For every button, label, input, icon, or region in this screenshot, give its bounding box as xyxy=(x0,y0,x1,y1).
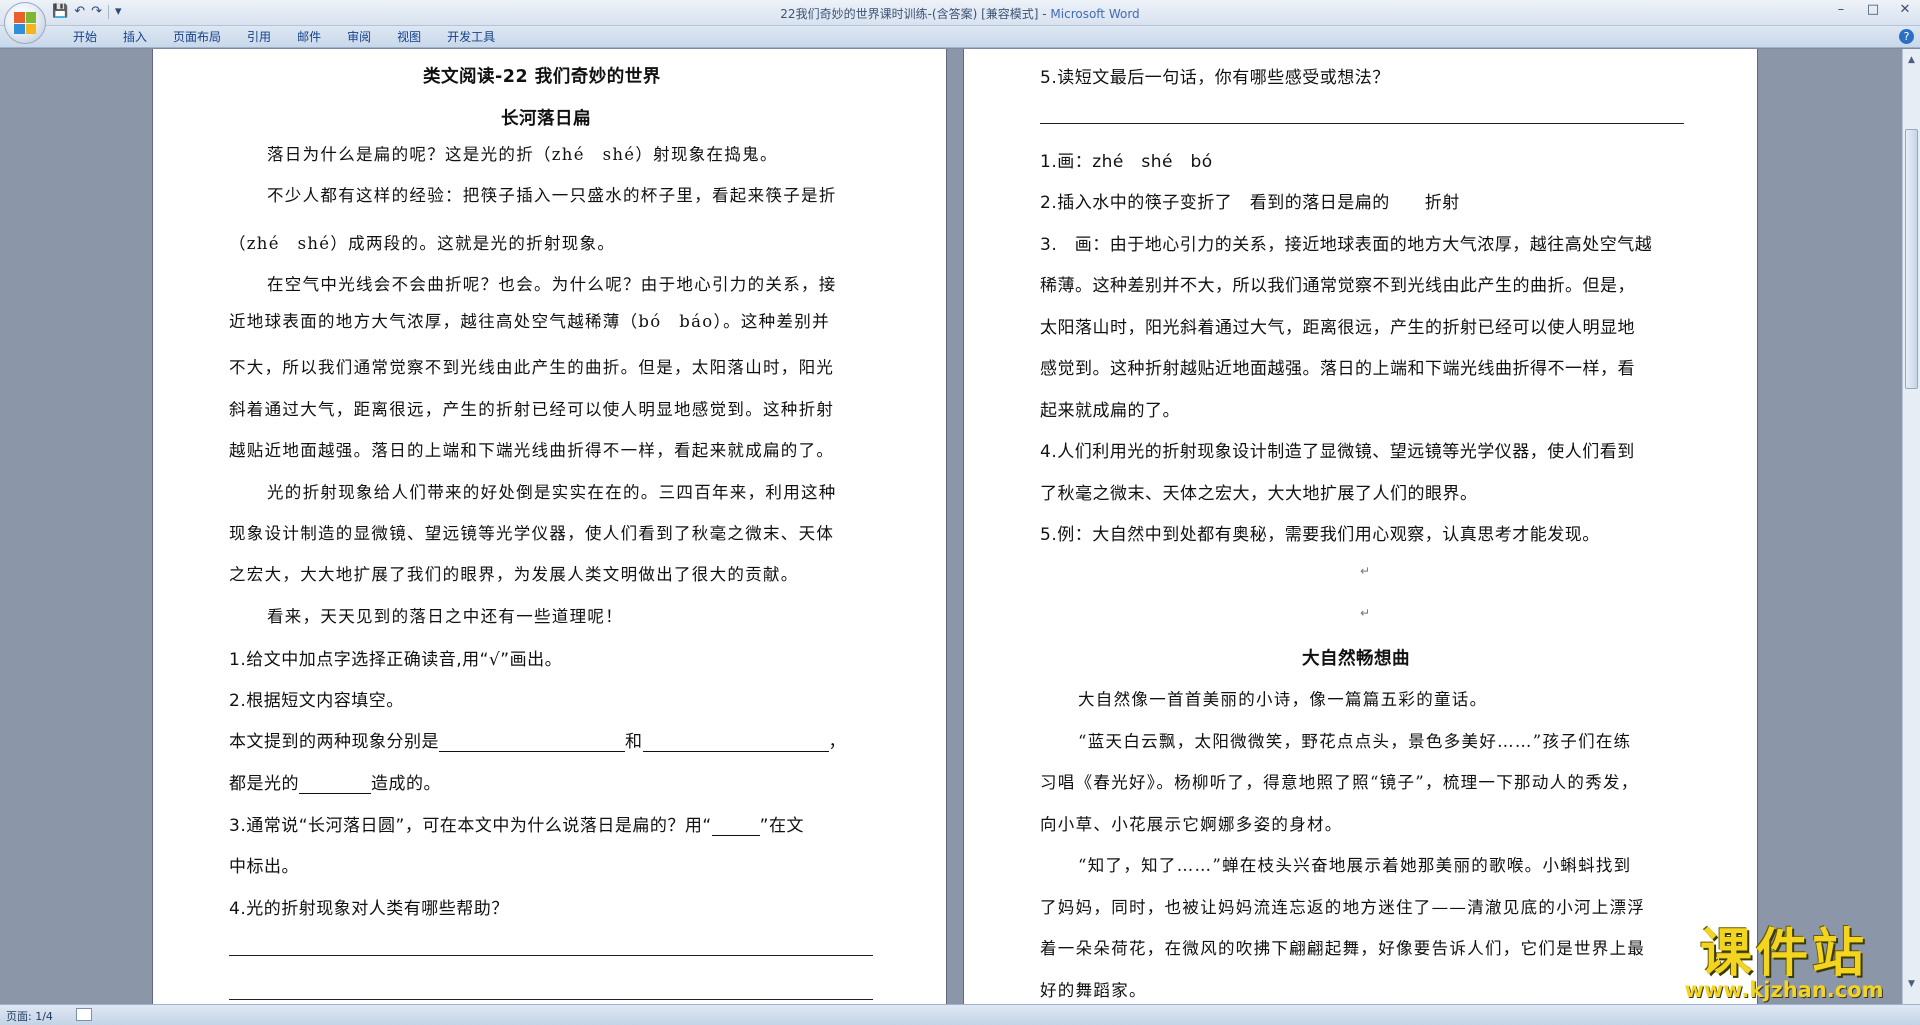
maximize-button[interactable]: □ xyxy=(1864,2,1882,17)
question-1: 1.给文中加点字选择正确读音,用“√”画出。 xyxy=(229,650,563,670)
paragraph-line: 大自然像一首首美丽的小诗，像一篇篇五彩的童话。 xyxy=(1078,690,1488,709)
ribbon: 开始 插入 页面布局 引用 邮件 审阅 视图 开发工具 ? xyxy=(0,26,1920,48)
question-2-fill-2: 都是光的 造成的。 xyxy=(229,769,441,794)
paragraph-mark: ↵ xyxy=(1360,564,1371,578)
answer-line xyxy=(229,999,873,1000)
answer-line-4b: 了秋毫之微末、天体之宏大，大大地扩展了人们的眼界。 xyxy=(1040,484,1478,504)
paragraph-line: “蓝天白云飘，太阳微微笑，野花点点头，景色多美好……”孩子们在练 xyxy=(1078,732,1632,751)
answer-line xyxy=(1040,123,1684,124)
answer-line-3c: 太阳落山时，阳光斜着通过大气，距离很远，产生的折射已经可以使人明显地 xyxy=(1040,318,1635,338)
watermark-url: www.kjzhan.com xyxy=(1684,978,1884,1002)
tab-home[interactable]: 开始 xyxy=(60,29,110,45)
window-controls: – □ ✕ xyxy=(1832,2,1914,17)
question-2: 2.根据短文内容填空。 xyxy=(229,691,404,711)
tab-insert[interactable]: 插入 xyxy=(110,29,160,45)
tab-references[interactable]: 引用 xyxy=(234,29,284,45)
fill-text: 都是光的 xyxy=(229,774,299,794)
paragraph-line: （zhé shé）成两段的。这就是光的折射现象。 xyxy=(229,234,616,253)
document-title: 22我们奇妙的世界课时训练-(含答案) [兼容模式] - xyxy=(780,7,1051,21)
paragraph-line: 着一朵朵荷花，在微风的吹拂下翩翩起舞，好像要告诉人们，它们是世界上最 xyxy=(1040,939,1646,958)
paragraph-line: 在空气中光线会不会曲折呢？也会。为什么呢？由于地心引力的关系，接 xyxy=(267,275,837,294)
paragraph-line: 看来，天天见到的落日之中还有一些道理呢！ xyxy=(267,607,623,626)
tab-page-layout[interactable]: 页面布局 xyxy=(160,29,234,45)
title-bar: 💾 ↶ ↷ ▾ 22我们奇妙的世界课时训练-(含答案) [兼容模式] - Mic… xyxy=(0,0,1920,44)
answer-blank[interactable] xyxy=(299,777,371,794)
office-button[interactable] xyxy=(4,2,46,44)
app-name: Microsoft Word xyxy=(1050,7,1140,21)
fill-text: ”在文 xyxy=(759,816,804,836)
fill-text: 和 xyxy=(625,732,643,752)
question-3: 3.通常说“长河落日圆”，可在本文中为什么说落日是扁的？用“ ”在文 xyxy=(229,811,804,836)
answer-line-1: 1.画：zhé shé bó xyxy=(1040,152,1213,172)
document-page-right[interactable]: 5.读短文最后一句话，你有哪些感受或想法？ 1.画：zhé shé bó 2.插… xyxy=(963,49,1758,1004)
page-title: 类文阅读-22 我们奇妙的世界 xyxy=(423,67,661,87)
paragraph-line: 之宏大，大大地扩展了我们的眼界，为发展人类文明做出了很大的贡献。 xyxy=(229,565,799,584)
paragraph-line: 不少人都有这样的经验：把筷子插入一只盛水的杯子里，看起来筷子是折 xyxy=(267,186,837,205)
paragraph-line: 斜着通过大气，距离很远，产生的折射已经可以使人明显地感觉到。这种折射 xyxy=(229,400,835,419)
tab-view[interactable]: 视图 xyxy=(384,29,434,45)
minimize-button[interactable]: – xyxy=(1832,2,1850,17)
fill-text: 造成的。 xyxy=(371,774,441,794)
question-3-cont: 中标出。 xyxy=(229,857,299,877)
paragraph-line: 向小草、小花展示它婀娜多姿的身材。 xyxy=(1040,815,1343,834)
paragraph-mark: ↵ xyxy=(1360,606,1371,620)
ribbon-tabs: 开始 插入 页面布局 引用 邮件 审阅 视图 开发工具 xyxy=(60,29,508,45)
tab-review[interactable]: 审阅 xyxy=(334,29,384,45)
question-4: 4.光的折射现象对人类有哪些帮助？ xyxy=(229,899,509,919)
tab-mailings[interactable]: 邮件 xyxy=(284,29,334,45)
page-count[interactable]: 页面: 1/4 xyxy=(6,1008,53,1024)
paragraph-line: 现象设计制造的显微镜、望远镜等光学仪器，使人们看到了秋毫之微末、天体 xyxy=(229,524,835,543)
fill-text: ， xyxy=(828,732,846,752)
document-area: 类文阅读-22 我们奇妙的世界 长河落日扁 落日为什么是扁的呢？这是光的折（zh… xyxy=(0,49,1902,1004)
help-icon[interactable]: ? xyxy=(1899,29,1914,44)
paragraph-line: 落日为什么是扁的呢？这是光的折（zhé shé）射现象在捣鬼。 xyxy=(267,145,778,164)
answer-blank[interactable] xyxy=(439,735,625,752)
fill-text: 本文提到的两种现象分别是 xyxy=(229,732,439,752)
close-button[interactable]: ✕ xyxy=(1896,2,1914,17)
tab-developer[interactable]: 开发工具 xyxy=(434,29,508,45)
answer-line xyxy=(229,955,873,956)
question-2-fill: 本文提到的两种现象分别是 和 ， xyxy=(229,727,846,752)
answer-line-2: 2.插入水中的筷子变折了 看到的落日是扁的 折射 xyxy=(1040,193,1460,213)
paragraph-line: 好的舞蹈家。 xyxy=(1040,981,1147,1000)
answer-line-3: 3. 画：由于地心引力的关系，接近地球表面的地方大气浓厚，越往高处空气越 xyxy=(1040,235,1653,255)
paragraph-line: 习唱《春光好》。杨柳听了，得意地照了照“镜子”，梳理一下那动人的秀发， xyxy=(1040,773,1639,792)
document-page-left[interactable]: 类文阅读-22 我们奇妙的世界 长河落日扁 落日为什么是扁的呢？这是光的折（zh… xyxy=(152,49,947,1004)
scroll-down-icon[interactable]: ▼ xyxy=(1905,979,1918,993)
answer-line-5: 5.例：大自然中到处都有奥秘，需要我们用心观察，认真思考才能发现。 xyxy=(1040,525,1600,545)
window-title: 22我们奇妙的世界课时训练-(含答案) [兼容模式] - Microsoft W… xyxy=(0,5,1920,22)
answer-line-3d: 感觉到。这种折射越贴近地面越强。落日的上端和下端光线曲折得不一样，看 xyxy=(1040,359,1635,379)
answer-blank[interactable] xyxy=(711,819,760,836)
status-bar: 页面: 1/4 xyxy=(0,1004,1920,1025)
article-title: 长河落日扁 xyxy=(501,109,591,129)
paragraph-line: 越贴近地面越强。落日的上端和下端光线曲折得不一样，看起来就成扁的了。 xyxy=(229,441,835,460)
paragraph-line: 光的折射现象给人们带来的好处倒是实实在在的。三四百年来，利用这种 xyxy=(267,483,837,502)
paragraph-line: “知了，知了……”蝉在枝头兴奋地展示着她那美丽的歌喉。小蝌蚪找到 xyxy=(1078,856,1632,875)
answer-blank[interactable] xyxy=(642,735,829,752)
vertical-scrollbar[interactable]: ▲ ▼ xyxy=(1902,49,1920,1004)
scroll-thumb[interactable] xyxy=(1905,129,1918,389)
scroll-up-icon[interactable]: ▲ xyxy=(1905,55,1918,69)
watermark-logo: 课件站 xyxy=(1699,924,1868,984)
paragraph-line: 近地球表面的地方大气浓厚，越往高处空气越稀薄（bó báo）。这种差别并 xyxy=(229,312,830,331)
answer-line-3e: 起来就成扁的了。 xyxy=(1040,401,1180,421)
question-5: 5.读短文最后一句话，你有哪些感受或想法？ xyxy=(1040,68,1390,88)
answer-line-4: 4.人们利用光的折射现象设计制造了显微镜、望远镜等光学仪器，使人们看到 xyxy=(1040,442,1635,462)
answer-line-3b: 稀薄。这种差别并不大，所以我们通常觉察不到光线由此产生的曲折。但是， xyxy=(1040,276,1635,296)
proofing-icon[interactable] xyxy=(76,1008,92,1021)
fill-text: 3.通常说“长河落日圆”，可在本文中为什么说落日是扁的？用“ xyxy=(229,816,712,836)
watermark: 课件站 www.kjzhan.com xyxy=(1664,926,1904,1002)
office-logo-icon xyxy=(14,12,36,34)
paragraph-line: 了妈妈，同时，也被让妈妈流连忘返的地方迷住了——清澈见底的小河上漂浮 xyxy=(1040,898,1646,917)
paragraph-line: 不大，所以我们通常觉察不到光线由此产生的曲折。但是，太阳落山时，阳光 xyxy=(229,358,835,377)
section-title: 大自然畅想曲 xyxy=(1302,649,1410,669)
